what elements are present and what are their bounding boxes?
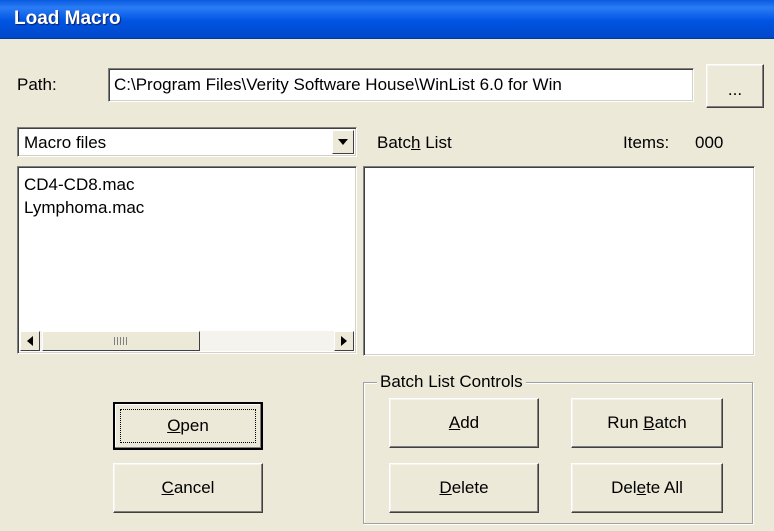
- list-item[interactable]: CD4-CD8.mac: [24, 175, 135, 195]
- file-type-dropdown[interactable]: Macro files: [17, 127, 357, 157]
- chevron-down-icon: [338, 139, 348, 145]
- browse-button[interactable]: ...: [706, 64, 764, 108]
- path-value: C:\Program Files\Verity Software House\W…: [114, 75, 562, 94]
- dropdown-arrow-button[interactable]: [332, 130, 354, 154]
- items-label: Items:: [623, 133, 670, 152]
- items-count: 000: [695, 133, 724, 152]
- scroll-left-button[interactable]: [20, 331, 40, 351]
- batch-controls-group-label: Batch List Controls: [377, 372, 526, 392]
- delete-all-label: Delete All: [611, 478, 683, 497]
- scrollbar-thumb[interactable]: [42, 331, 200, 351]
- browse-label: ...: [727, 80, 743, 99]
- arrow-left-icon: [27, 336, 33, 346]
- file-type-value: Macro files: [24, 133, 107, 152]
- window-title: Load Macro: [14, 8, 121, 29]
- add-button[interactable]: Add: [389, 398, 539, 448]
- macro-file-list[interactable]: CD4-CD8.mac Lymphoma.mac: [17, 166, 357, 354]
- add-label: Add: [448, 413, 480, 432]
- batch-list-label: Batch List: [377, 133, 452, 152]
- open-button[interactable]: Open: [113, 402, 263, 450]
- open-label: Open: [167, 416, 209, 435]
- arrow-right-icon: [341, 336, 347, 346]
- delete-all-button[interactable]: Delete All: [571, 463, 723, 513]
- delete-label: Delete: [439, 478, 489, 497]
- run-batch-button[interactable]: Run Batch: [571, 398, 723, 448]
- title-bar[interactable]: Load Macro: [0, 0, 774, 39]
- delete-button[interactable]: Delete: [389, 463, 539, 513]
- grip-icon: [114, 337, 128, 345]
- path-input[interactable]: C:\Program Files\Verity Software House\W…: [108, 68, 694, 102]
- scroll-right-button[interactable]: [334, 331, 354, 351]
- cancel-label: Cancel: [161, 478, 215, 497]
- horizontal-scrollbar[interactable]: [20, 331, 354, 351]
- batch-list[interactable]: [363, 166, 755, 356]
- cancel-button[interactable]: Cancel: [113, 463, 263, 513]
- run-batch-label: Run Batch: [607, 413, 687, 432]
- list-item[interactable]: Lymphoma.mac: [24, 198, 144, 218]
- path-label: Path:: [17, 75, 57, 94]
